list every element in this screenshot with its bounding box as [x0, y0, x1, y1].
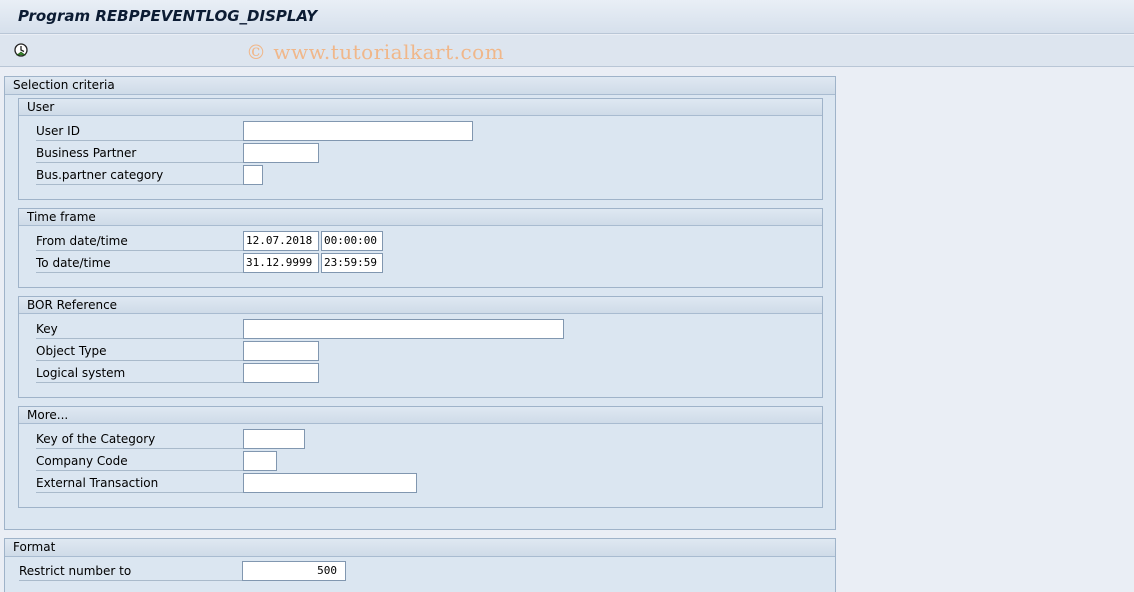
- user-id-input[interactable]: [243, 121, 473, 141]
- bor-key-label: Key: [36, 319, 244, 339]
- from-time-input[interactable]: 00:00:00: [321, 231, 383, 251]
- category-key-label: Key of the Category: [36, 429, 244, 449]
- selection-criteria-block: Selection criteria User User ID Business…: [4, 76, 836, 530]
- business-partner-label: Business Partner: [36, 143, 244, 163]
- application-toolbar: © www.tutorialkart.com: [0, 35, 1134, 67]
- user-group: User User ID Business Partner Bus.partne…: [18, 98, 823, 200]
- object-type-input[interactable]: [243, 341, 319, 361]
- logical-system-label: Logical system: [36, 363, 244, 383]
- bp-category-row: Bus.partner category: [19, 165, 822, 187]
- bor-reference-group: BOR Reference Key Object Type Logical sy…: [18, 296, 823, 398]
- restrict-number-row: Restrict number to 500: [5, 561, 835, 583]
- logical-system-row: Logical system: [19, 363, 822, 385]
- to-datetime-row: To date/time 31.12.9999 23:59:59: [19, 253, 822, 275]
- company-code-row: Company Code: [19, 451, 822, 473]
- watermark: © www.tutorialkart.com: [246, 40, 505, 64]
- external-transaction-input[interactable]: [243, 473, 417, 493]
- more-group: More... Key of the Category Company Code…: [18, 406, 823, 508]
- user-id-row: User ID: [19, 121, 822, 143]
- time-frame-group-header: Time frame: [19, 209, 822, 226]
- selection-criteria-header: Selection criteria: [5, 77, 835, 95]
- title-bar: Program REBPPEVENTLOG_DISPLAY: [0, 0, 1134, 34]
- external-transaction-row: External Transaction: [19, 473, 822, 495]
- object-type-label: Object Type: [36, 341, 244, 361]
- company-code-label: Company Code: [36, 451, 244, 471]
- execute-button[interactable]: [10, 40, 32, 60]
- format-block: Format Restrict number to 500: [4, 538, 836, 592]
- bp-category-label: Bus.partner category: [36, 165, 244, 185]
- company-code-input[interactable]: [243, 451, 277, 471]
- execute-clock-icon: [14, 43, 28, 57]
- to-datetime-label: To date/time: [36, 253, 244, 273]
- category-key-row: Key of the Category: [19, 429, 822, 451]
- user-group-header: User: [19, 99, 822, 116]
- restrict-number-label: Restrict number to: [19, 561, 243, 581]
- to-date-input[interactable]: 31.12.9999: [243, 253, 319, 273]
- from-datetime-label: From date/time: [36, 231, 244, 251]
- business-partner-row: Business Partner: [19, 143, 822, 165]
- to-time-input[interactable]: 23:59:59: [321, 253, 383, 273]
- object-type-row: Object Type: [19, 341, 822, 363]
- logical-system-input[interactable]: [243, 363, 319, 383]
- external-transaction-label: External Transaction: [36, 473, 244, 493]
- restrict-number-input[interactable]: 500: [242, 561, 346, 581]
- time-frame-group: Time frame From date/time 12.07.2018 00:…: [18, 208, 823, 288]
- page-title: Program REBPPEVENTLOG_DISPLAY: [18, 7, 318, 25]
- from-date-input[interactable]: 12.07.2018: [243, 231, 319, 251]
- bp-category-input[interactable]: [243, 165, 263, 185]
- bor-key-row: Key: [19, 319, 822, 341]
- more-group-header: More...: [19, 407, 822, 424]
- from-datetime-row: From date/time 12.07.2018 00:00:00: [19, 231, 822, 253]
- bor-key-input[interactable]: [243, 319, 564, 339]
- format-header: Format: [5, 539, 835, 557]
- user-id-label: User ID: [36, 121, 244, 141]
- bor-reference-group-header: BOR Reference: [19, 297, 822, 314]
- category-key-input[interactable]: [243, 429, 305, 449]
- business-partner-input[interactable]: [243, 143, 319, 163]
